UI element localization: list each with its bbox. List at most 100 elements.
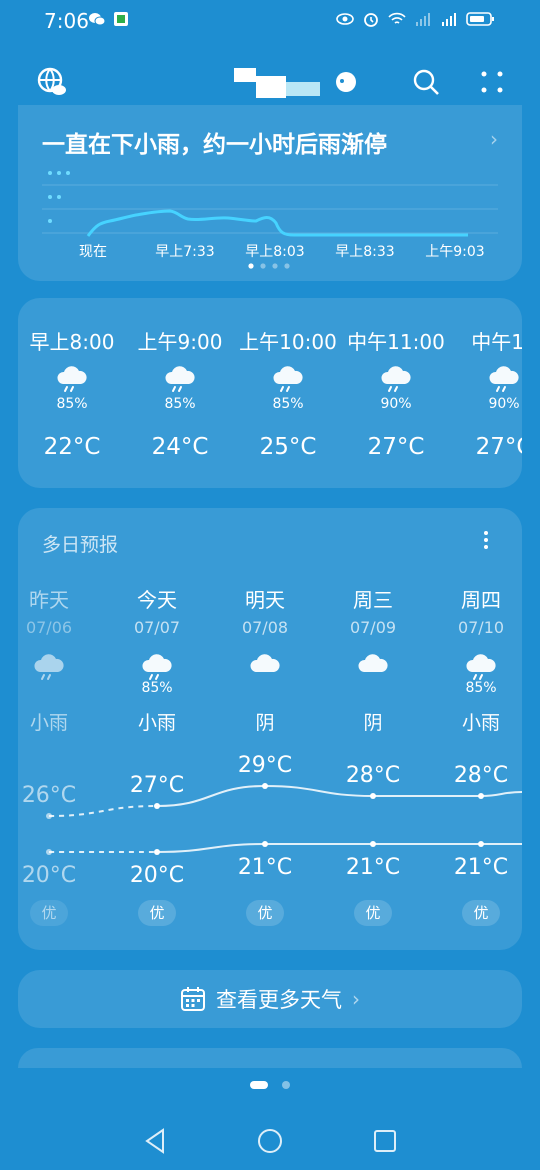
city-manage-button[interactable] [34,64,70,100]
rain-time-label: 现在 [79,244,107,260]
rain-cloud-icon [57,366,87,392]
low-temp-label: 20°C [22,863,76,888]
day-aqi-badge: 优 [354,900,392,926]
chevron-right-icon: › [352,987,360,1011]
signal-1-icon [416,13,430,26]
low-temp-point [154,849,160,855]
hourly-item: 中午11:00 90% 27°C [341,298,451,488]
hour-temp: 27°C [475,434,522,460]
hour-temp: 27°C [367,434,425,460]
app-notification-icon [114,12,128,26]
redacted-location-block [234,68,356,98]
rain-time-label: 早上8:33 [335,244,394,260]
location-name[interactable] [220,68,360,100]
day-precip-prob: 85% [141,680,173,696]
home-button[interactable] [255,1126,285,1156]
hour-time: 上午10:00 [239,330,337,354]
rain-cloud-icon [489,366,519,392]
hour-precip-prob: 85% [164,396,196,412]
status-time: 7:06 [44,9,89,33]
low-temp-label: 21°C [238,855,292,880]
hour-time: 中午12 [471,330,522,354]
rain-headline: 一直在下小雨，约一小时后雨渐停 [42,132,387,158]
hour-precip-prob: 90% [488,396,520,412]
battery-icon [466,12,494,26]
rain-cloud-icon [381,366,411,392]
rain-time-label: 上午9:03 [425,244,484,260]
hourly-item: 中午12 90% 27°C [449,298,522,488]
rain-cloud-icon [273,366,303,392]
back-triangle-icon [145,1128,164,1154]
recents-button[interactable] [370,1126,400,1156]
rain-cloud-icon [142,654,172,680]
rain-intensity-line [86,209,468,237]
more-options-button[interactable] [474,64,510,100]
high-temp-label: 27°C [130,773,184,798]
rain-page-dot[interactable] [284,263,290,269]
rain-page-dot[interactable] [272,263,278,269]
rain-page-dot[interactable] [260,263,266,269]
day-precip-prob: 85% [465,680,497,696]
search-button[interactable] [408,64,444,100]
low-temp-point [370,841,376,847]
page-indicator[interactable] [0,1080,540,1090]
more-weather-button[interactable]: 查看更多天气 › [18,970,522,1028]
high-temp-line [480,791,522,797]
rain-forecast-card[interactable]: 一直在下小雨，约一小时后雨渐停 › 现在 早上7:33 早上8:03 早上8:33 上午… [18,105,522,281]
hour-precip-prob: 90% [380,396,412,412]
high-temp-label: 28°C [454,763,508,788]
rain-time-label: 早上7:33 [155,244,214,260]
rain-cloud-icon [34,654,64,680]
rain-page-dots[interactable] [248,263,290,269]
hour-temp: 22°C [43,434,101,460]
hourly-item: 上午10:00 85% 25°C [233,298,343,488]
high-temp-point [370,793,376,799]
calendar-icon [181,987,205,1011]
hourly-forecast-card[interactable]: 早上8:00 85% 22°C 上午9:00 85% 24°C 上午10:00 85% 25°C… [18,298,522,488]
rain-intensity-chart: 现在 早上7:33 早上8:03 早上8:33 上午9:03 [42,171,498,269]
rain-cloud-icon [165,366,195,392]
wechat-icon [89,13,106,26]
more-weather-label: 查看更多天气 [216,988,342,1012]
day-name: 今天 [137,588,177,612]
day-aqi-badge: 优 [462,900,500,926]
page-dot[interactable] [250,1081,268,1089]
grid-dots-icon [481,71,503,93]
cloud-icon [358,654,388,672]
day-name: 周三 [353,588,393,612]
low-temp-label: 21°C [346,855,400,880]
hour-time: 上午9:00 [137,330,223,354]
high-temp-point [46,813,52,819]
day-name: 昨天 [29,588,69,612]
app-bar [0,56,540,108]
rain-grid-lines [42,184,498,234]
system-nav-bar [0,1110,540,1170]
day-date: 07/09 [349,618,397,637]
back-button[interactable] [140,1126,170,1156]
hour-time: 早上8:00 [29,330,115,354]
day-aqi-badge: 优 [30,900,68,926]
globe-icon [37,67,66,95]
hourly-item: 上午9:00 85% 24°C [125,298,235,488]
hour-time: 中午11:00 [347,330,445,354]
rain-time-labels: 现在 早上7:33 早上8:03 早上8:33 上午9:03 [79,244,485,260]
rain-level-icons [48,171,70,223]
low-temp-point [46,849,52,855]
page-dot[interactable] [282,1081,290,1089]
rain-page-dot[interactable] [248,263,254,269]
status-bar: 7:06 [0,0,540,40]
multi-day-forecast-card[interactable]: 多日预报 昨天 07/06 小雨优今天 07/07 85% 小雨优明天 07/08 阴优周三 0… [18,508,522,950]
hourly-item: 早上8:00 85% 22°C [18,298,127,488]
high-temp-label: 26°C [22,783,76,808]
day-date: 07/07 [133,618,181,637]
hour-temp: 25°C [259,434,317,460]
high-temp-label: 28°C [346,763,400,788]
high-temp-label: 29°C [238,753,292,778]
chevron-right-icon: › [490,127,498,151]
day-name: 明天 [245,588,285,612]
hour-precip-prob: 85% [56,396,88,412]
search-icon [413,69,439,95]
day-condition: 阴 [363,712,383,734]
wifi-icon [388,12,406,24]
recents-square-icon [374,1130,396,1152]
